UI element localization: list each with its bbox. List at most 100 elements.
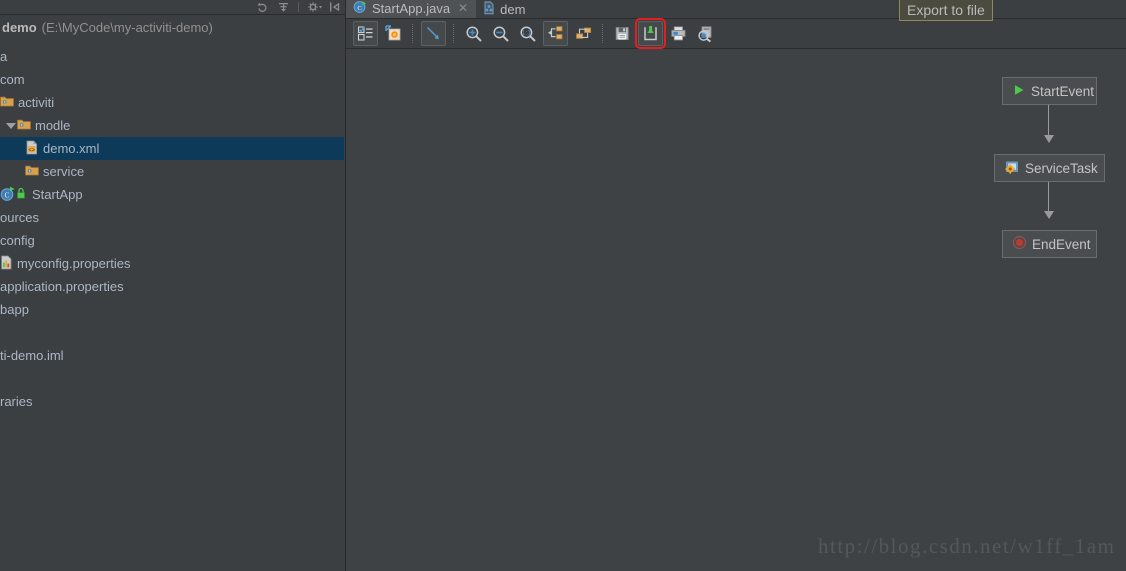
diagram-node-servicetask[interactable]: ServiceTask [994, 154, 1105, 182]
tab-startapp-java[interactable]: C StartApp.java ✕ [346, 0, 477, 18]
print-button[interactable] [667, 22, 690, 45]
xml-file-icon: <> [25, 140, 39, 158]
edge-arrowhead [1044, 211, 1054, 219]
project-tree[interactable]: a com activiti modle <> demo.xml service C Start… [0, 45, 344, 571]
tree-item-config[interactable]: config [0, 229, 344, 252]
node-label: StartEvent [1031, 83, 1095, 99]
folder-icon [0, 95, 14, 111]
settings-gear-icon[interactable] [307, 1, 322, 13]
tree-item-myconfig-properties[interactable]: myconfig.properties [0, 252, 344, 275]
java-class-runnable-icon: C [353, 0, 367, 17]
actual-size-button[interactable]: 1:1 [516, 22, 539, 45]
bpmn-diagram-canvas[interactable]: http://blog.csdn.net/w1ff_1am StartEvent [346, 49, 1126, 571]
tree-item-raries[interactable]: raries [0, 390, 344, 413]
tree-item-application-properties[interactable]: application.properties [0, 275, 344, 298]
project-name: demo [2, 19, 37, 35]
tree-item-com[interactable]: com [0, 68, 344, 91]
tree-item-label: bapp [0, 302, 29, 317]
tree-item-bapp[interactable]: bapp [0, 298, 344, 321]
tree-item-label: ources [0, 210, 40, 225]
editor-tab-bar: C StartApp.java ✕ dem [346, 0, 1126, 19]
tab-label: StartApp.java [372, 0, 451, 16]
edge-arrowhead [1044, 135, 1054, 143]
gear-service-icon [1005, 160, 1019, 177]
export-to-file-button[interactable] [635, 18, 666, 49]
show-structure-button[interactable] [382, 22, 405, 45]
toolbar-divider [453, 24, 455, 43]
print-preview-icon [697, 25, 711, 42]
diagonal-arrow-icon [427, 27, 439, 40]
tree-item-label: activiti [18, 95, 55, 110]
tree-item-label: ti-demo.iml [0, 348, 64, 363]
tree-item-label: myconfig.properties [17, 256, 131, 271]
project-panel-toolbar [0, 0, 345, 15]
tree-item-label: modle [35, 118, 71, 133]
zoom-in-icon [465, 25, 482, 42]
floppy-save-icon [615, 27, 629, 40]
printer-icon [671, 26, 686, 41]
node-label: ServiceTask [1025, 160, 1098, 176]
close-icon[interactable]: ✕ [458, 2, 468, 14]
fit-content-button[interactable] [543, 21, 568, 46]
tree-item-ources[interactable]: ources [0, 206, 344, 229]
diagram-node-endevent[interactable]: EndEvent [1002, 230, 1097, 258]
tab-label: dem [500, 1, 526, 17]
apply-layout-button[interactable] [572, 22, 595, 45]
toolbar-divider [298, 2, 299, 12]
properties-file-icon [0, 255, 13, 273]
select-elements-button[interactable] [353, 21, 378, 46]
print-preview-button[interactable] [694, 22, 717, 45]
checklist-icon [357, 26, 373, 41]
refresh-icon[interactable] [256, 1, 269, 13]
tree-item-modle[interactable]: modle [0, 114, 344, 137]
node-label: EndEvent [1032, 236, 1091, 252]
svg-text:1:1: 1:1 [521, 30, 531, 37]
tree-item-ti-demo-iml[interactable]: ti-demo.iml [0, 344, 344, 367]
save-button[interactable] [611, 22, 634, 45]
export-to-file-icon [644, 26, 657, 41]
tree-item-service[interactable]: service [0, 160, 344, 183]
tree-item-label: demo.xml [43, 141, 100, 156]
tree-item-startapp[interactable]: C StartApp [0, 183, 344, 206]
tree-item-demo-xml[interactable]: <> demo.xml [0, 137, 344, 160]
red-stop-icon [1012, 235, 1027, 252]
fit-content-icon [548, 26, 563, 40]
collapse-all-icon[interactable] [277, 1, 290, 13]
tree-item-label: com [0, 72, 25, 87]
ide-window: demo (E:\MyCode\my-activiti-demo) a com ac… [0, 0, 1126, 571]
folder-icon [17, 118, 31, 134]
folder-icon [25, 164, 39, 180]
tree-item-label: application.properties [0, 279, 124, 294]
tree-item-a[interactable]: a [0, 45, 344, 68]
editor-area: C StartApp.java ✕ dem 1:1 Export to file… [346, 0, 1126, 571]
tooltip-text: Export to file [907, 1, 985, 18]
green-play-icon [1013, 84, 1025, 99]
edit-relation-button[interactable] [421, 21, 446, 46]
tree-item-label: raries [0, 394, 33, 409]
svg-text:<>: <> [28, 147, 35, 153]
project-tool-window: demo (E:\MyCode\my-activiti-demo) a com ac… [0, 0, 345, 571]
tree-item-activiti[interactable]: activiti [0, 91, 344, 114]
svg-text:C: C [5, 191, 10, 199]
diagram-toolbar: 1:1 [346, 18, 1126, 49]
edge-start-to-service [1048, 105, 1049, 138]
tree-item-label: service [43, 164, 85, 179]
structure-icon [384, 24, 400, 40]
toolbar-divider [412, 24, 414, 43]
diagram-node-startevent[interactable]: StartEvent [1002, 77, 1097, 105]
zoom-in-button[interactable] [462, 22, 485, 45]
tree-item-label: a [0, 49, 8, 64]
zoom-out-button[interactable] [489, 22, 512, 45]
edge-service-to-end [1048, 182, 1049, 214]
hide-panel-icon[interactable] [328, 1, 341, 13]
tooltip-export-to-file: Export to file [899, 0, 993, 21]
java-class-runnable-icon: C [0, 186, 28, 204]
project-root-header[interactable]: demo (E:\MyCode\my-activiti-demo) [0, 15, 345, 39]
xml-file-icon [483, 1, 495, 18]
tab-demo-xml[interactable]: dem [476, 0, 534, 18]
watermark-text: http://blog.csdn.net/w1ff_1am [818, 534, 1116, 558]
tree-item-label: config [0, 233, 35, 248]
apply-layout-icon [575, 27, 591, 39]
expand-arrow-icon[interactable] [4, 119, 17, 132]
zoom-out-icon [492, 25, 509, 42]
